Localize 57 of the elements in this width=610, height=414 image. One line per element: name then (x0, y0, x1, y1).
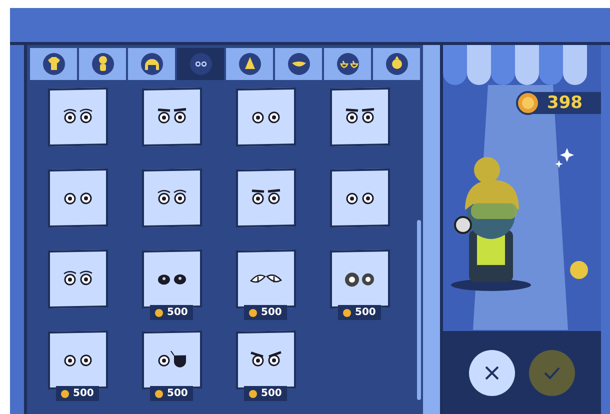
category-tab[interactable] (373, 48, 420, 80)
eyes-option[interactable] (48, 168, 108, 228)
eyes-icon (250, 350, 282, 370)
coin-icon (61, 390, 69, 398)
check-icon (543, 366, 561, 380)
coin-icon (249, 308, 257, 316)
category-tab[interactable] (79, 48, 126, 80)
coin-icon (155, 308, 163, 316)
price-text: 500 (73, 388, 94, 399)
eyes-option[interactable] (48, 330, 108, 390)
price-text: 500 (261, 388, 282, 399)
eyes-option[interactable] (48, 87, 108, 147)
eyes-option[interactable] (236, 87, 296, 147)
coin-count: 398 (547, 93, 582, 113)
eyes-icon (156, 350, 188, 370)
scrollbar[interactable] (417, 220, 421, 400)
price-text: 500 (261, 307, 282, 318)
eyes-option[interactable] (142, 330, 202, 390)
eyes-option[interactable] (142, 249, 202, 309)
eyes-option[interactable] (236, 330, 296, 390)
eyes-icon (156, 188, 188, 208)
eyes-option[interactable] (236, 168, 296, 228)
eyes-option[interactable] (48, 249, 108, 309)
body-icon (90, 52, 114, 76)
coin-icon (155, 390, 163, 398)
eyes-icon (62, 108, 94, 126)
glasses-icon (336, 52, 360, 76)
category-tab[interactable] (275, 48, 322, 80)
eyes-icon (344, 270, 376, 288)
eyes-option[interactable] (330, 249, 390, 309)
close-button[interactable] (469, 350, 515, 396)
mouth-icon (286, 52, 310, 76)
category-tab[interactable] (177, 48, 224, 80)
shirt-icon (42, 52, 66, 76)
eyes-option[interactable] (330, 168, 390, 228)
category-tab[interactable] (128, 48, 175, 80)
eyes-icon (250, 188, 282, 208)
eyes-icon (188, 52, 212, 76)
eyes-option[interactable] (236, 249, 296, 309)
face-icon (384, 52, 408, 76)
category-tab[interactable] (226, 48, 273, 80)
nose-icon (238, 52, 262, 76)
close-icon (484, 364, 500, 380)
eyes-icon (62, 270, 94, 288)
eyes-option[interactable] (142, 168, 202, 228)
price-text: 500 (167, 388, 188, 399)
coin-icon (249, 390, 257, 398)
eyes-icon (344, 108, 376, 126)
price-text: 500 (167, 307, 188, 318)
category-tab[interactable] (324, 48, 371, 80)
coin-icon (343, 308, 351, 316)
hair-icon (140, 52, 164, 76)
price-text: 500 (355, 307, 376, 318)
eyes-option[interactable] (330, 87, 390, 147)
eyes-option[interactable] (142, 87, 202, 147)
eyes-icon (156, 108, 188, 126)
category-tab[interactable] (30, 48, 77, 80)
